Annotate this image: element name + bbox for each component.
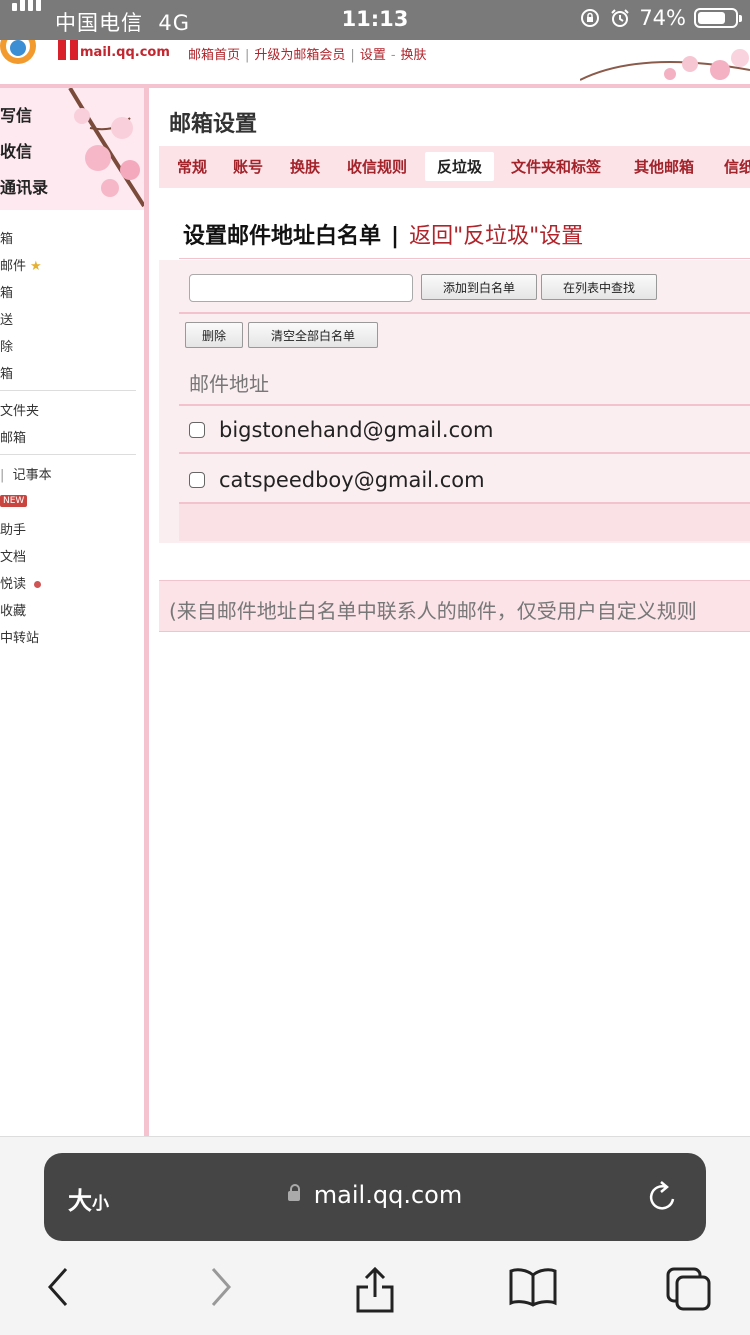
list-footer: [179, 504, 750, 541]
url-display[interactable]: mail.qq.com: [44, 1181, 706, 1209]
sidebar-item-starred[interactable]: 邮件 ★: [0, 255, 42, 274]
tab-other-mailboxes[interactable]: 其他邮箱: [634, 156, 694, 177]
status-right: 74%: [579, 6, 742, 30]
email-address-input[interactable]: [189, 274, 413, 302]
row-checkbox[interactable]: [189, 472, 205, 488]
find-in-list-button[interactable]: 在列表中查找: [541, 274, 657, 300]
settings-main: 邮箱设置 常规 账号 换肤 收信规则 反垃圾 文件夹和标签 其他邮箱 信纸 设置…: [149, 88, 750, 1138]
delete-button[interactable]: 删除: [185, 322, 243, 348]
column-header-email: 邮件地址: [189, 372, 269, 396]
list-item: catspeedboy@gmail.com: [189, 468, 485, 492]
sidebar-item-other-mailboxes[interactable]: 邮箱: [0, 427, 26, 446]
sidebar-item-favorites[interactable]: 收藏: [0, 600, 26, 619]
settings-tabs: 常规 账号 换肤 收信规则 反垃圾 文件夹和标签 其他邮箱 信纸: [159, 146, 750, 189]
tab-stationery[interactable]: 信纸: [724, 156, 750, 177]
section-title: 设置邮件地址白名单 | 返回"反垃圾"设置: [183, 224, 584, 249]
share-icon[interactable]: [354, 1265, 396, 1315]
back-to-antispam-link[interactable]: 返回"反垃圾"设置: [409, 224, 583, 249]
star-icon: ★: [30, 259, 42, 274]
sidebar: 写信 收信 通讯录 箱 邮件 ★ 箱 送 除 箱 文件夹 邮箱 | 记事本 NEW…: [0, 88, 149, 1138]
link-mail-home[interactable]: 邮箱首页: [188, 48, 240, 63]
link-upgrade-vip[interactable]: 升级为邮箱会员: [254, 48, 345, 63]
sidebar-item-spam[interactable]: 箱: [0, 363, 13, 382]
alarm-icon: [611, 9, 630, 27]
reload-icon[interactable]: [646, 1177, 680, 1217]
forward-icon[interactable]: [205, 1265, 235, 1309]
whitelist-note: (来自邮件地址白名单中联系人的邮件，仅受用户自定义规则: [159, 580, 750, 632]
row-checkbox[interactable]: [189, 422, 205, 438]
sidebar-item-documents[interactable]: 文档: [0, 546, 26, 565]
cherry-blossom-decoration: [68, 88, 144, 208]
divider: [0, 454, 136, 455]
clear-whitelist-button[interactable]: 清空全部白名单: [248, 322, 378, 348]
logo-domain: mail.qq.com: [80, 45, 170, 60]
sidebar-item-transfer-station[interactable]: 中转站: [0, 627, 39, 646]
divider: [0, 390, 136, 391]
email-address: catspeedboy@gmail.com: [219, 468, 485, 492]
tab-receive-rules[interactable]: 收信规则: [347, 156, 407, 177]
sidebar-item-reader[interactable]: 悦读: [0, 573, 42, 592]
unread-dot-icon: [34, 581, 42, 588]
sidebar-item-inbox[interactable]: 箱: [0, 228, 13, 247]
tab-folders-labels[interactable]: 文件夹和标签: [511, 156, 601, 177]
back-icon[interactable]: [44, 1265, 74, 1309]
sidebar-actions: 写信 收信 通讯录: [0, 88, 144, 210]
battery-percent: 74%: [639, 6, 686, 30]
status-bar: 中国电信 4G 11:13 74%: [0, 0, 750, 40]
email-address: bigstonehand@gmail.com: [219, 418, 494, 442]
sidebar-item-drafts[interactable]: 箱: [0, 282, 13, 301]
tab-general[interactable]: 常规: [177, 156, 207, 177]
list-item: bigstonehand@gmail.com: [189, 418, 493, 442]
header-links: 邮箱首页 | 升级为邮箱会员 | 设置 - 换肤: [188, 48, 427, 63]
blossom-decoration: [580, 49, 750, 81]
tab-account[interactable]: 账号: [233, 156, 263, 177]
tab-skin[interactable]: 换肤: [290, 156, 320, 177]
compose-button[interactable]: 写信: [0, 102, 32, 126]
receive-button[interactable]: 收信: [0, 138, 32, 162]
sidebar-item-sent[interactable]: 送: [0, 309, 13, 328]
link-settings[interactable]: 设置: [360, 48, 386, 63]
whitelist-panel: 设置邮件地址白名单 | 返回"反垃圾"设置 添加到白名单 在列表中查找 删除 清空全…: [159, 188, 750, 543]
mail-header: mail.qq.com 邮箱首页 | 升级为邮箱会员 | 设置 - 换肤: [0, 40, 750, 88]
tab-anti-spam[interactable]: 反垃圾: [425, 152, 495, 181]
sidebar-item-assistant[interactable]: 助手: [0, 519, 26, 538]
address-bar[interactable]: 大小 mail.qq.com: [44, 1153, 706, 1241]
tabs-icon[interactable]: [664, 1265, 714, 1313]
page-title: 邮箱设置: [169, 112, 258, 137]
rotation-lock-icon: [581, 9, 600, 27]
browser-toolbar: 大小 mail.qq.com: [0, 1136, 750, 1335]
contacts-button[interactable]: 通讯录: [0, 174, 48, 198]
sidebar-item-my-folders[interactable]: 文件夹: [0, 400, 39, 419]
sidebar-item-deleted[interactable]: 除: [0, 336, 13, 355]
add-to-whitelist-button[interactable]: 添加到白名单: [421, 274, 537, 300]
sidebar-item-notepad[interactable]: | 记事本: [0, 464, 52, 483]
battery-icon: [694, 8, 742, 28]
qq-mail-logo: [0, 40, 78, 64]
lock-icon: [287, 1184, 300, 1201]
link-skin[interactable]: 换肤: [401, 48, 427, 63]
new-badge: NEW: [0, 492, 28, 507]
bookmarks-icon[interactable]: [508, 1265, 558, 1309]
